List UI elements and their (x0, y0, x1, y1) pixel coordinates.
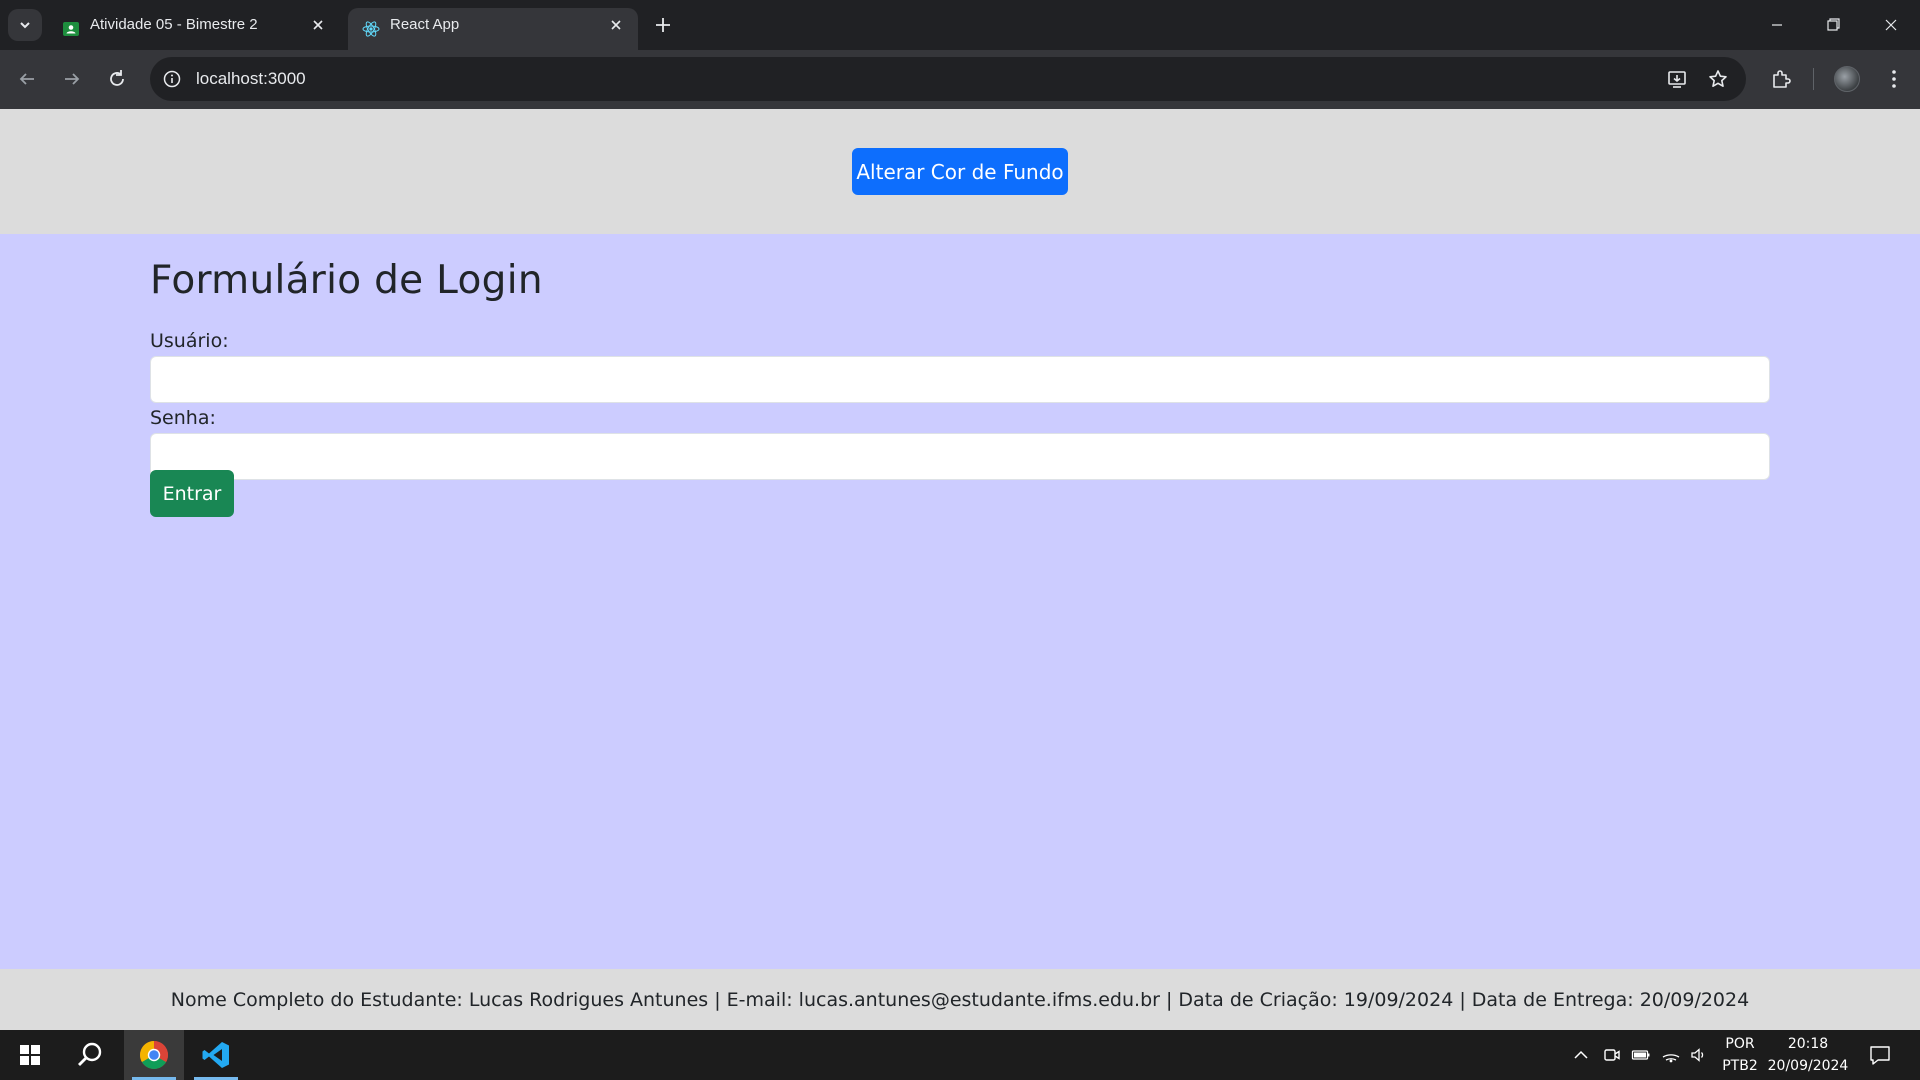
browser-toolbar: localhost:3000 (0, 50, 1920, 109)
close-tab-icon[interactable] (606, 15, 626, 35)
browser-tab-strip: Atividade 05 - Bimestre 2 React App (0, 0, 1920, 50)
extensions-icon[interactable] (1769, 67, 1793, 91)
close-tab-icon[interactable] (308, 15, 328, 35)
username-label: Usuário: (150, 330, 229, 352)
tab-title: Atividade 05 - Bimestre 2 (90, 16, 258, 33)
google-classroom-icon (63, 22, 79, 36)
tab-search-button[interactable] (8, 9, 42, 41)
react-icon (362, 21, 380, 37)
restore-icon[interactable] (1816, 10, 1850, 40)
taskbar-search-button[interactable] (60, 1030, 120, 1080)
page-header: Alterar Cor de Fundo (0, 109, 1920, 234)
new-tab-icon[interactable] (652, 14, 674, 36)
meet-now-icon[interactable] (1602, 1045, 1622, 1065)
install-app-icon[interactable] (1666, 68, 1688, 90)
chevron-down-icon (20, 22, 30, 29)
back-icon[interactable] (14, 66, 40, 92)
input-language[interactable]: POR (1718, 1036, 1762, 1052)
footer-text: Nome Completo do Estudante: Lucas Rodrig… (170, 988, 1750, 1011)
tab-atividade[interactable]: Atividade 05 - Bimestre 2 (48, 8, 340, 50)
bookmark-star-icon[interactable] (1707, 68, 1729, 90)
search-icon (78, 1042, 102, 1066)
close-window-icon[interactable] (1874, 10, 1908, 40)
menu-kebab-icon[interactable] (1882, 67, 1906, 91)
keyboard-layout[interactable]: PTB2 (1718, 1058, 1762, 1074)
change-background-button[interactable]: Alterar Cor de Fundo (852, 148, 1068, 195)
page-title: Formulário de Login (150, 258, 543, 303)
taskbar-vscode[interactable] (186, 1030, 246, 1080)
taskbar-chrome[interactable] (124, 1030, 184, 1080)
wifi-icon[interactable] (1661, 1045, 1681, 1065)
tab-title: React App (390, 16, 460, 33)
minimize-icon[interactable] (1760, 10, 1794, 40)
clock-time[interactable]: 20:18 (1764, 1036, 1852, 1052)
forward-icon[interactable] (59, 66, 85, 92)
page-footer: Nome Completo do Estudante: Lucas Rodrig… (0, 969, 1920, 1030)
login-submit-button[interactable]: Entrar (150, 470, 234, 517)
toolbar-divider (1813, 68, 1814, 90)
profile-avatar[interactable] (1834, 66, 1860, 92)
username-input[interactable] (150, 356, 1770, 403)
password-label: Senha: (150, 407, 216, 429)
windows-start-icon (20, 1045, 40, 1065)
password-input[interactable] (150, 433, 1770, 480)
start-button[interactable] (0, 1030, 60, 1080)
vscode-icon (202, 1042, 229, 1068)
react-app-page: Alterar Cor de Fundo Formulário de Login… (0, 109, 1920, 1030)
volume-icon[interactable] (1689, 1045, 1709, 1065)
chevron-up-icon[interactable] (1571, 1045, 1591, 1065)
reload-icon[interactable] (104, 66, 130, 92)
chrome-icon (140, 1041, 168, 1069)
address-bar[interactable]: localhost:3000 (150, 57, 1746, 101)
site-info-icon[interactable] (162, 69, 182, 89)
tab-react-app[interactable]: React App (348, 8, 638, 50)
notifications-icon[interactable] (1868, 1043, 1892, 1067)
clock-date[interactable]: 20/09/2024 (1764, 1058, 1852, 1074)
battery-icon[interactable] (1631, 1045, 1651, 1065)
windows-taskbar: POR PTB2 20:18 20/09/2024 (0, 1030, 1920, 1080)
url-text: localhost:3000 (196, 69, 306, 88)
